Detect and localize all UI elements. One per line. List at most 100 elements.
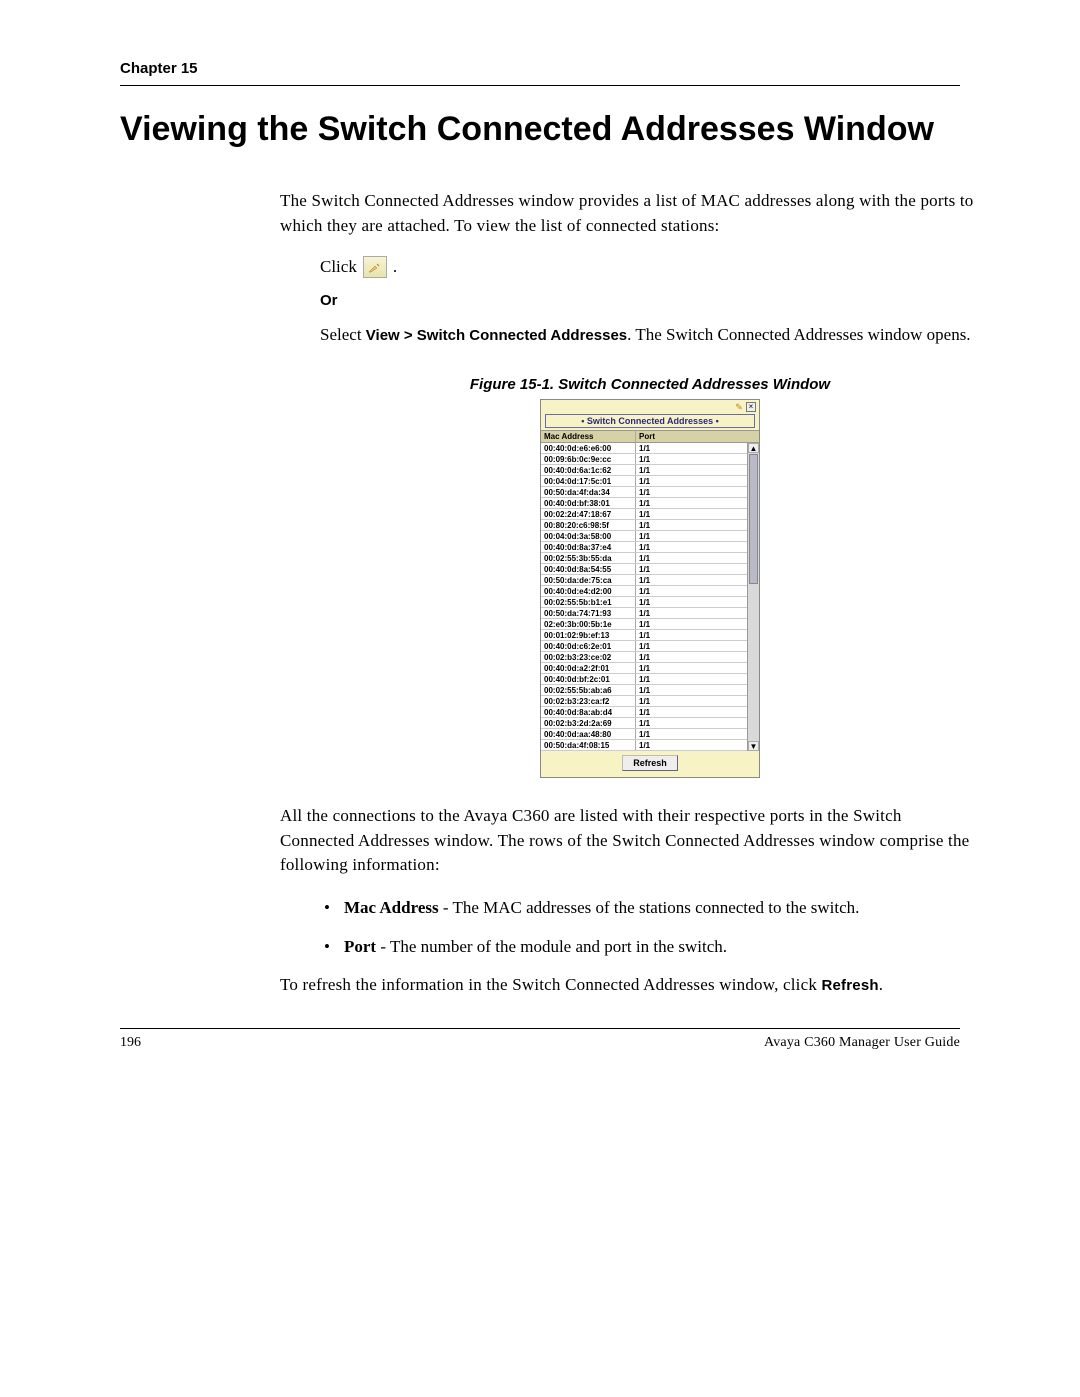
cell-port: 1/1 [636,531,726,541]
table-row[interactable]: 00:40:0d:8a:ab:d41/1 [541,707,747,718]
footer-rule [120,1028,960,1029]
cell-port: 1/1 [636,476,726,486]
cell-port: 1/1 [636,520,726,530]
table-row[interactable]: 00:40:0d:8a:37:e41/1 [541,542,747,553]
titlebar: ✎ × [541,400,759,413]
cell-mac: 00:40:0d:a2:2f:01 [541,663,636,673]
pin-icon[interactable]: ✎ [734,402,744,412]
list-item: Port - The number of the module and port… [320,935,980,960]
table-row[interactable]: 00:02:2d:47:18:671/1 [541,509,747,520]
table-row[interactable]: 00:50:da:4f:08:151/1 [541,740,747,751]
cell-port: 1/1 [636,487,726,497]
refresh-button[interactable]: Refresh [622,755,678,771]
table-row[interactable]: 00:40:0d:bf:38:011/1 [541,498,747,509]
table-row[interactable]: 00:80:20:c6:98:5f1/1 [541,520,747,531]
refresh-bold: Refresh [821,977,878,994]
table-row[interactable]: 00:40:0d:a2:2f:011/1 [541,663,747,674]
cell-mac: 00:02:b3:2d:2a:69 [541,718,636,728]
click-period: . [393,257,397,277]
col-header-mac[interactable]: Mac Address [541,431,636,442]
cell-port: 1/1 [636,509,726,519]
cell-mac: 00:40:0d:aa:48:80 [541,729,636,739]
cell-mac: 00:04:0d:3a:58:00 [541,531,636,541]
cell-port: 1/1 [636,443,726,453]
figure-wrap: ✎ × • Switch Connected Addresses • Mac A… [320,399,980,778]
refresh-suffix: . [879,975,883,994]
table-row[interactable]: 00:40:0d:e6:e6:001/1 [541,443,747,454]
table-row[interactable]: 00:02:b3:23:ca:f21/1 [541,696,747,707]
app-window: ✎ × • Switch Connected Addresses • Mac A… [540,399,760,778]
cell-port: 1/1 [636,564,726,574]
click-label: Click [320,257,357,277]
chapter-header: Chapter 15 [120,60,960,77]
after-figure-paragraph: All the connections to the Avaya C360 ar… [280,804,980,878]
cell-mac: 00:40:0d:bf:38:01 [541,498,636,508]
guide-name: Avaya C360 Manager User Guide [764,1035,960,1051]
cell-mac: 00:40:0d:8a:ab:d4 [541,707,636,717]
table-row[interactable]: 00:40:0d:8a:54:551/1 [541,564,747,575]
cell-mac: 00:02:55:3b:55:da [541,553,636,563]
scroll-thumb[interactable] [749,454,758,584]
table-row[interactable]: 02:e0:3b:00:5b:1e1/1 [541,619,747,630]
page-footer: 196 Avaya C360 Manager User Guide [120,1035,960,1051]
cell-mac: 00:50:da:4f:da:34 [541,487,636,497]
page-number: 196 [120,1035,141,1051]
cell-port: 1/1 [636,630,726,640]
table-row[interactable]: 00:02:b3:2d:2a:691/1 [541,718,747,729]
cell-port: 1/1 [636,454,726,464]
table-row[interactable]: 00:04:0d:17:5c:011/1 [541,476,747,487]
table-row[interactable]: 00:50:da:4f:da:341/1 [541,487,747,498]
close-icon[interactable]: × [746,402,756,412]
cell-port: 1/1 [636,685,726,695]
cell-port: 1/1 [636,674,726,684]
table-row[interactable]: 00:50:da:74:71:931/1 [541,608,747,619]
cell-mac: 00:50:da:de:75:ca [541,575,636,585]
cell-mac: 00:50:da:74:71:93 [541,608,636,618]
cell-mac: 00:04:0d:17:5c:01 [541,476,636,486]
table-row[interactable]: 00:02:55:5b:b1:e11/1 [541,597,747,608]
cell-mac: 00:02:b3:23:ce:02 [541,652,636,662]
cell-port: 1/1 [636,586,726,596]
cell-port: 1/1 [636,663,726,673]
cell-port: 1/1 [636,608,726,618]
table-row[interactable]: 00:50:da:de:75:ca1/1 [541,575,747,586]
list-item: Mac Address - The MAC addresses of the s… [320,896,980,921]
cell-port: 1/1 [636,619,726,629]
table-row[interactable]: 00:40:0d:e4:d2:001/1 [541,586,747,597]
header-rule [120,85,960,86]
table-row[interactable]: 00:40:0d:c6:2e:011/1 [541,641,747,652]
refresh-prefix: To refresh the information in the Switch… [280,975,821,994]
table-row[interactable]: 00:40:0d:6a:1c:621/1 [541,465,747,476]
or-label: Or [320,292,980,309]
menu-path: View > Switch Connected Addresses [366,327,627,344]
select-suffix: . The Switch Connected Addresses window … [627,325,970,344]
table-row[interactable]: 00:40:0d:bf:2c:011/1 [541,674,747,685]
cell-mac: 00:01:02:9b:ef:13 [541,630,636,640]
table-row[interactable]: 00:02:55:5b:ab:a61/1 [541,685,747,696]
window-title-tab: • Switch Connected Addresses • [545,414,755,428]
cell-port: 1/1 [636,542,726,552]
cell-mac: 00:40:0d:bf:2c:01 [541,674,636,684]
col-header-port[interactable]: Port [636,431,726,442]
table-row[interactable]: 00:40:0d:aa:48:801/1 [541,729,747,740]
bullet-desc: - The MAC addresses of the stations conn… [439,898,860,917]
click-instruction: Click . [320,256,980,278]
scrollbar[interactable]: ▲ ▼ [747,443,759,751]
table-row[interactable]: 00:04:0d:3a:58:001/1 [541,531,747,542]
table-row[interactable]: 00:02:55:3b:55:da1/1 [541,553,747,564]
cell-port: 1/1 [636,465,726,475]
cell-mac: 02:e0:3b:00:5b:1e [541,619,636,629]
cell-mac: 00:80:20:c6:98:5f [541,520,636,530]
cell-mac: 00:09:6b:0c:9e:cc [541,454,636,464]
cell-mac: 00:40:0d:6a:1c:62 [541,465,636,475]
scroll-down-icon[interactable]: ▼ [748,741,759,751]
scroll-up-icon[interactable]: ▲ [748,443,759,453]
table-row[interactable]: 00:02:b3:23:ce:021/1 [541,652,747,663]
bullet-term: Mac Address [344,898,439,917]
cell-mac: 00:02:55:5b:ab:a6 [541,685,636,695]
page-title: Viewing the Switch Connected Addresses W… [120,110,960,149]
table-row[interactable]: 00:01:02:9b:ef:131/1 [541,630,747,641]
table-row[interactable]: 00:09:6b:0c:9e:cc1/1 [541,454,747,465]
cell-port: 1/1 [636,696,726,706]
cell-port: 1/1 [636,729,726,739]
